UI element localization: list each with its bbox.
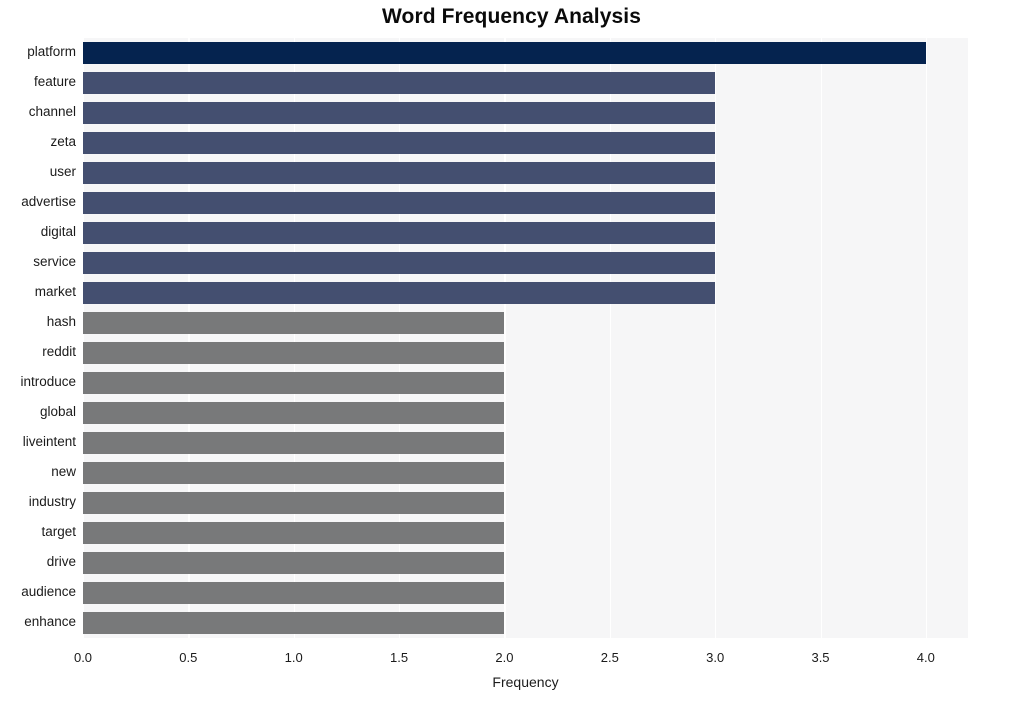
x-tick-label-3.5: 3.5: [811, 650, 830, 665]
y-tick-label-zeta: zeta: [50, 134, 76, 149]
bar-service[interactable]: [83, 251, 716, 275]
bar-channel[interactable]: [83, 101, 716, 125]
y-tick-label-industry: industry: [28, 494, 76, 509]
bar-row[interactable]: [83, 311, 968, 335]
y-tick-label-channel: channel: [28, 104, 76, 119]
y-tick-label-audience: audience: [21, 584, 76, 599]
bar-row[interactable]: [83, 521, 968, 545]
bar-row[interactable]: [83, 41, 968, 65]
x-tick-label-0.5: 0.5: [179, 650, 198, 665]
bar-hash[interactable]: [83, 311, 505, 335]
x-axis-tick-labels: 0.0 0.5 1.0 1.5 2.0 2.5 3.0 3.5 4.0: [74, 638, 968, 668]
x-tick-label-2.5: 2.5: [600, 650, 619, 665]
y-tick-label-enhance: enhance: [24, 614, 76, 629]
y-tick-label-drive: drive: [46, 554, 76, 569]
bar-zeta[interactable]: [83, 131, 716, 155]
y-tick-label-introduce: introduce: [20, 374, 76, 389]
chart-figure: Word Frequency Analysis platform feature c…: [0, 0, 1023, 701]
y-tick-label-platform: platform: [27, 44, 76, 59]
y-tick-label-hash: hash: [46, 314, 76, 329]
bar-global[interactable]: [83, 401, 505, 425]
bar-liveintent[interactable]: [83, 431, 505, 455]
bars-layer: [83, 38, 968, 638]
bar-row[interactable]: [83, 461, 968, 485]
bar-row[interactable]: [83, 281, 968, 305]
bar-advertise[interactable]: [83, 191, 716, 215]
chart-title: Word Frequency Analysis: [381, 5, 642, 28]
y-tick-label-reddit: reddit: [42, 344, 76, 359]
bar-row[interactable]: [83, 221, 968, 245]
bar-row[interactable]: [83, 491, 968, 515]
bar-audience[interactable]: [83, 581, 505, 605]
x-tick-label-1.5: 1.5: [390, 650, 409, 665]
x-tick-label-3.0: 3.0: [706, 650, 725, 665]
y-axis-tick-labels: platform feature channel zeta user advertise d…: [0, 38, 76, 638]
bar-row[interactable]: [83, 71, 968, 95]
y-tick-label-service: service: [33, 254, 76, 269]
y-tick-label-global: global: [39, 404, 76, 419]
y-tick-label-market: market: [34, 284, 76, 299]
plot-area: [83, 38, 968, 638]
bar-row[interactable]: [83, 191, 968, 215]
y-tick-label-target: target: [41, 524, 76, 539]
x-tick-label-2.0: 2.0: [495, 650, 514, 665]
x-tick-label-0.0: 0.0: [73, 650, 93, 665]
bar-row[interactable]: [83, 371, 968, 395]
bar-row[interactable]: [83, 131, 968, 155]
bar-row[interactable]: [83, 581, 968, 605]
y-tick-label-liveintent: liveintent: [22, 434, 76, 449]
y-tick-label-feature: feature: [33, 74, 76, 89]
y-tick-label-new: new: [51, 464, 76, 479]
bar-row[interactable]: [83, 161, 968, 185]
y-tick-label-user: user: [49, 164, 76, 179]
bar-platform[interactable]: [83, 41, 926, 65]
bar-feature[interactable]: [83, 71, 716, 95]
bar-row[interactable]: [83, 251, 968, 275]
bar-row[interactable]: [83, 341, 968, 365]
bar-reddit[interactable]: [83, 341, 505, 365]
bar-enhance[interactable]: [83, 611, 505, 635]
bar-drive[interactable]: [83, 551, 505, 575]
bar-industry[interactable]: [83, 491, 505, 515]
x-tick-label-1.0: 1.0: [284, 650, 303, 665]
bar-introduce[interactable]: [83, 371, 505, 395]
bar-user[interactable]: [83, 161, 716, 185]
y-tick-label-advertise: advertise: [21, 194, 76, 209]
bar-row[interactable]: [83, 551, 968, 575]
bar-row[interactable]: [83, 431, 968, 455]
bar-market[interactable]: [83, 281, 716, 305]
y-tick-label-digital: digital: [40, 224, 76, 239]
bar-row[interactable]: [83, 101, 968, 125]
bar-new[interactable]: [83, 461, 505, 485]
bar-row[interactable]: [83, 401, 968, 425]
bar-target[interactable]: [83, 521, 505, 545]
x-tick-label-4.0: 4.0: [916, 650, 935, 665]
bar-row[interactable]: [83, 611, 968, 635]
x-axis-title: Frequency: [492, 674, 559, 690]
bar-digital[interactable]: [83, 221, 716, 245]
